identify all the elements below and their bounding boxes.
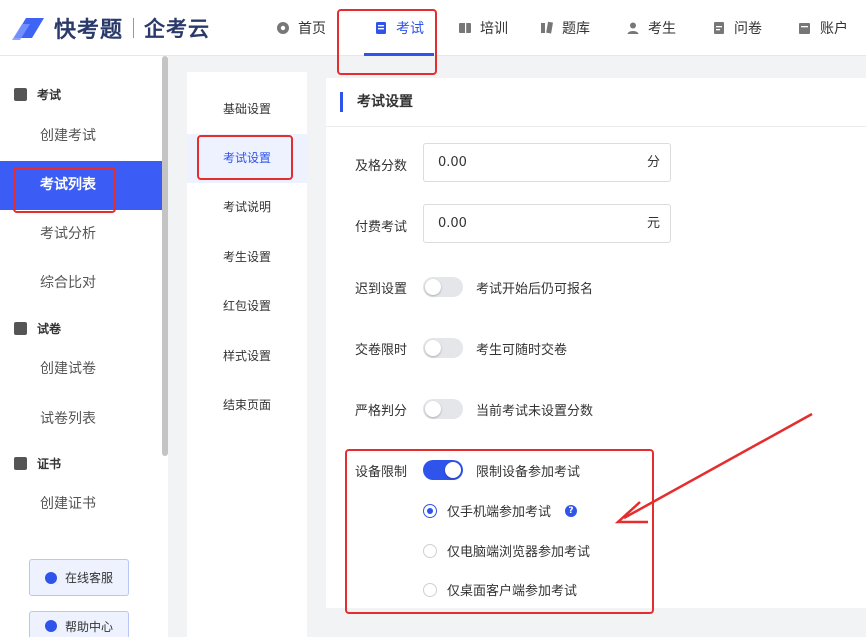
late-setting-label: 迟到设置 bbox=[355, 282, 408, 297]
brand-sub: 企考云 bbox=[144, 17, 211, 41]
toggle-knob bbox=[425, 279, 441, 295]
headset-icon bbox=[44, 571, 57, 584]
exam-icon bbox=[374, 21, 388, 35]
nav-home[interactable]: 首页 bbox=[276, 0, 342, 56]
strict-scoring-toggle[interactable] bbox=[423, 399, 463, 419]
survey-icon bbox=[712, 21, 726, 35]
subnav-examinee-settings[interactable]: 考生设置 bbox=[187, 233, 307, 282]
paid-exam-field[interactable] bbox=[438, 205, 618, 242]
sidebar-group-exam: 考试 bbox=[14, 86, 61, 103]
toggle-knob bbox=[425, 340, 441, 356]
exam-group-icon bbox=[14, 88, 27, 101]
training-icon bbox=[458, 21, 472, 35]
pass-score-input[interactable]: 分 bbox=[423, 143, 671, 182]
brand-name: 快考题 bbox=[54, 18, 124, 43]
nav-account-label: 账户 bbox=[820, 21, 848, 37]
nav-training-label: 培训 bbox=[480, 21, 508, 37]
sidebar-item-create-exam[interactable]: 创建考试 bbox=[0, 112, 162, 161]
radio-pc-browser-only[interactable]: 仅电脑端浏览器参加考试 bbox=[423, 541, 590, 560]
subnav-exam-settings[interactable]: 考试设置 bbox=[187, 134, 307, 183]
radio-desktop-client-only-label: 仅桌面客户端参加考试 bbox=[447, 584, 578, 599]
device-limit-label: 设备限制 bbox=[355, 465, 408, 480]
late-setting-text: 考试开始后仍可报名 bbox=[476, 282, 594, 297]
nav-question-bank[interactable]: 题库 bbox=[540, 0, 602, 56]
sidebar-item-exam-list[interactable]: 考试列表 bbox=[0, 161, 162, 210]
nav-exam-label: 考试 bbox=[396, 21, 424, 37]
nav-exam[interactable]: 考试 bbox=[362, 0, 436, 56]
help-icon bbox=[44, 620, 57, 632]
sidebar-item-exam-analysis[interactable]: 考试分析 bbox=[0, 210, 162, 259]
online-support-label: 在线客服 bbox=[64, 571, 113, 585]
submit-limit-text: 考生可随时交卷 bbox=[476, 343, 568, 358]
strict-scoring-label: 严格判分 bbox=[355, 404, 408, 419]
nav-survey-label: 问卷 bbox=[734, 21, 762, 37]
nav-examinee-label: 考生 bbox=[648, 21, 676, 37]
paid-exam-unit: 元 bbox=[646, 216, 660, 231]
nav-survey[interactable]: 问卷 bbox=[712, 0, 774, 56]
main-nav: 首页 考试 培训 题库 考生 问卷 账户 bbox=[262, 0, 858, 56]
subnav-basic-settings[interactable]: 基础设置 bbox=[187, 85, 307, 134]
sidebar-scrollbar[interactable] bbox=[162, 56, 168, 456]
sidebar: 考试 创建考试 考试列表 考试分析 综合比对 试卷 创建试卷 试卷列表 证书 创… bbox=[0, 56, 168, 637]
home-icon bbox=[276, 21, 290, 35]
radio-pc-browser-only-label: 仅电脑端浏览器参加考试 bbox=[447, 545, 591, 560]
device-limit-toggle[interactable] bbox=[423, 460, 463, 480]
strict-scoring-text: 当前考试未设置分数 bbox=[476, 404, 594, 419]
nav-question-bank-label: 题库 bbox=[562, 21, 590, 37]
radio-mobile-only-label: 仅手机端参加考试 bbox=[447, 505, 552, 520]
section-title: 考试设置 bbox=[340, 92, 413, 112]
logo-icon bbox=[12, 18, 44, 40]
question-icon[interactable]: ? bbox=[565, 504, 578, 517]
settings-subnav: 基础设置 考试设置 考试说明 考生设置 红包设置 样式设置 结束页面 bbox=[187, 72, 307, 637]
nav-account[interactable]: 账户 bbox=[798, 0, 858, 56]
radio-desktop-client-only[interactable]: 仅桌面客户端参加考试 bbox=[423, 580, 577, 599]
paper-group-icon bbox=[14, 322, 27, 335]
exam-settings-panel: 考试设置 及格分数 分 付费考试 元 迟到设置 考试开始后仍可报名 交卷限时 考… bbox=[326, 78, 866, 608]
nav-home-label: 首页 bbox=[298, 21, 326, 37]
sidebar-item-create-paper[interactable]: 创建试卷 bbox=[0, 345, 162, 394]
subnav-red-packet-settings[interactable]: 红包设置 bbox=[187, 282, 307, 331]
subnav-end-page[interactable]: 结束页面 bbox=[187, 381, 307, 430]
submit-limit-label: 交卷限时 bbox=[355, 343, 408, 358]
sidebar-group-paper: 试卷 bbox=[14, 320, 61, 337]
logo[interactable]: 快考题 企考云 bbox=[10, 10, 210, 46]
section-divider bbox=[326, 126, 866, 127]
pass-score-label: 及格分数 bbox=[355, 159, 408, 174]
examinee-icon bbox=[626, 21, 640, 35]
toggle-knob bbox=[425, 401, 441, 417]
paid-exam-label: 付费考试 bbox=[355, 220, 408, 235]
submit-limit-toggle[interactable] bbox=[423, 338, 463, 358]
sidebar-group-label: 证书 bbox=[37, 457, 62, 471]
help-center-label: 帮助中心 bbox=[64, 619, 113, 634]
device-limit-text: 限制设备参加考试 bbox=[476, 465, 581, 480]
sidebar-group-certificate: 证书 bbox=[14, 455, 61, 472]
radio-dot bbox=[423, 503, 437, 518]
pass-score-field[interactable] bbox=[438, 144, 618, 181]
nav-training[interactable]: 培训 bbox=[458, 0, 520, 56]
sidebar-item-comparison[interactable]: 综合比对 bbox=[0, 259, 162, 308]
online-support-button[interactable]: 在线客服 bbox=[29, 559, 129, 596]
radio-dot bbox=[423, 543, 437, 558]
subnav-style-settings[interactable]: 样式设置 bbox=[187, 332, 307, 381]
help-center-button[interactable]: 帮助中心 bbox=[29, 611, 129, 637]
toggle-knob bbox=[445, 462, 461, 478]
top-bar: 快考题 企考云 首页 考试 培训 题库 考生 问卷 账户 bbox=[0, 0, 866, 56]
logo-divider bbox=[133, 18, 135, 38]
paid-exam-input[interactable]: 元 bbox=[423, 204, 671, 243]
certificate-group-icon bbox=[14, 457, 27, 470]
subnav-exam-description[interactable]: 考试说明 bbox=[187, 183, 307, 232]
late-setting-toggle[interactable] bbox=[423, 277, 463, 297]
nav-examinee[interactable]: 考生 bbox=[626, 0, 688, 56]
question-bank-icon bbox=[540, 21, 554, 35]
radio-dot bbox=[423, 582, 437, 597]
sidebar-group-label: 试卷 bbox=[37, 322, 62, 336]
sidebar-item-paper-list[interactable]: 试卷列表 bbox=[0, 395, 162, 444]
sidebar-item-create-certificate[interactable]: 创建证书 bbox=[0, 480, 162, 512]
account-icon bbox=[798, 21, 812, 35]
pass-score-unit: 分 bbox=[646, 155, 660, 170]
radio-mobile-only[interactable]: 仅手机端参加考试 ? bbox=[423, 501, 578, 520]
sidebar-group-label: 考试 bbox=[37, 88, 62, 102]
